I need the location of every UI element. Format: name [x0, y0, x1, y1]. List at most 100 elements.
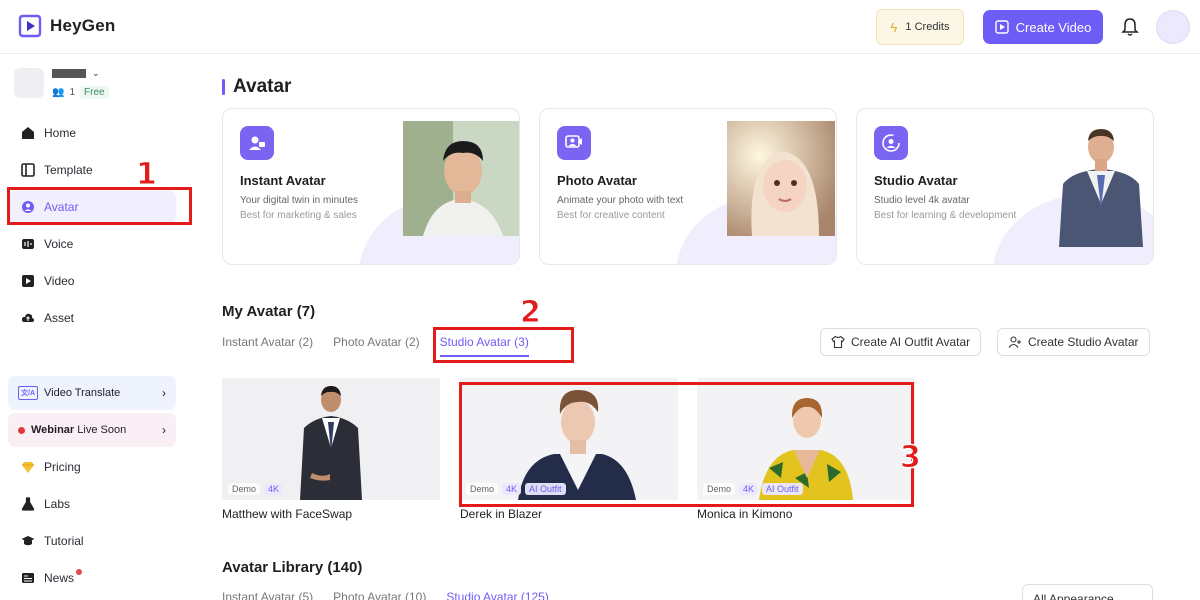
library-tabs: Instant Avatar (5) Photo Avatar (10) Stu…	[222, 590, 549, 600]
sidebar-item-label: Video	[44, 274, 75, 288]
sidebar-item-label: News	[44, 571, 75, 585]
select-value: All Appearance	[1033, 592, 1114, 600]
video-icon	[22, 275, 34, 287]
tab-photo-avatar[interactable]: Photo Avatar (2)	[333, 335, 420, 357]
diamond-icon	[22, 462, 34, 473]
instant-avatar-photo	[403, 121, 519, 236]
chevron-right-icon: ›	[162, 386, 166, 400]
sidebar-item-pricing[interactable]: Pricing	[8, 451, 176, 483]
avatar-library-title: Avatar Library (140)	[222, 559, 363, 576]
sidebar-item-label: Voice	[44, 237, 74, 251]
avatar-name[interactable]: Derek in Blazer	[460, 507, 542, 521]
studio-avatar-photo	[1059, 129, 1143, 247]
demo-badge: Demo	[228, 483, 261, 495]
button-label: Create Studio Avatar	[1028, 335, 1139, 349]
photo-avatar-icon	[557, 126, 591, 160]
button-label: Create AI Outfit Avatar	[851, 335, 971, 349]
page-title-text: Avatar	[233, 76, 292, 97]
workspace-switcher[interactable]: ⌄ 👥 1 Free	[14, 68, 109, 99]
bell-icon[interactable]	[1120, 16, 1140, 38]
sidebar-item-label: Labs	[44, 497, 71, 511]
sidebar-item-labs[interactable]: Labs	[8, 488, 176, 520]
plan-badge: Free	[80, 86, 109, 99]
library-tab-instant-avatar[interactable]: Instant Avatar (5)	[222, 590, 313, 600]
annotation-box-3	[459, 382, 914, 507]
promo-bold: Webinar	[31, 424, 75, 436]
add-user-icon	[1008, 336, 1021, 348]
my-avatar-title: My Avatar (7)	[222, 303, 316, 320]
logo[interactable]: HeyGen	[18, 13, 115, 39]
notification-dot	[76, 569, 82, 575]
workspace-name-redacted	[52, 69, 86, 78]
graduation-hat-icon	[21, 536, 35, 546]
heygen-logo-icon	[18, 14, 42, 38]
annotation-number-2: 2	[520, 295, 542, 331]
appearance-filter-select[interactable]: All Appearance	[1022, 584, 1153, 600]
sidebar-item-video[interactable]: Video	[8, 265, 176, 297]
card-subdescription: Best for marketing & sales	[240, 210, 357, 221]
annotation-box-2	[433, 327, 574, 363]
sidebar-item-label: Pricing	[44, 460, 81, 474]
sidebar-item-home[interactable]: Home	[8, 117, 176, 149]
credits-button[interactable]: ϟ 1 Credits	[876, 9, 964, 45]
user-avatar[interactable]	[1156, 10, 1190, 44]
webinar-promo[interactable]: Webinar Live Soon ›	[8, 413, 176, 447]
annotation-number-3: 3	[900, 440, 922, 476]
sidebar-item-tutorial[interactable]: Tutorial	[8, 525, 176, 557]
flask-icon	[21, 497, 35, 511]
library-tab-photo-avatar[interactable]: Photo Avatar (10)	[333, 590, 426, 600]
instant-avatar-card[interactable]: Instant Avatar Your digital twin in minu…	[222, 108, 520, 265]
card-subdescription: Best for creative content	[557, 210, 665, 221]
create-video-button[interactable]: Create Video	[983, 10, 1103, 44]
card-title: Instant Avatar	[240, 173, 326, 188]
create-studio-avatar-button[interactable]: Create Studio Avatar	[997, 328, 1150, 356]
annotation-box-1	[7, 187, 192, 225]
card-title: Studio Avatar	[874, 173, 958, 188]
sidebar-item-label: Tutorial	[44, 534, 84, 548]
video-translate-promo[interactable]: 文/A Video Translate ›	[8, 376, 176, 410]
studio-avatar-card[interactable]: Studio Avatar Studio level 4k avatar Bes…	[856, 108, 1154, 265]
sidebar-item-label: Template	[44, 163, 93, 177]
create-ai-outfit-avatar-button[interactable]: Create AI Outfit Avatar	[820, 328, 982, 356]
4k-badge: 4K	[264, 483, 284, 495]
chevron-down-icon: ⌄	[92, 68, 100, 78]
card-description: Animate your photo with text	[557, 195, 684, 206]
avatar-name[interactable]: Monica in Kimono	[697, 507, 792, 521]
sidebar: ⌄ 👥 1 Free Home Template Avatar Voice Vi…	[0, 54, 192, 600]
top-bar: HeyGen ϟ 1 Credits Create Video	[0, 0, 1200, 54]
sidebar-item-label: Home	[44, 126, 77, 140]
home-icon	[22, 127, 34, 139]
studio-avatar-icon	[874, 126, 908, 160]
title-accent	[222, 79, 225, 95]
video-play-icon	[994, 20, 1009, 34]
photo-avatar-photo	[727, 121, 835, 236]
avatar-card-matthew[interactable]: Demo 4K	[222, 378, 440, 500]
sidebar-item-asset[interactable]: Asset	[8, 302, 176, 334]
photo-avatar-card[interactable]: Photo Avatar Animate your photo with tex…	[539, 108, 837, 265]
translate-icon: 文/A	[18, 386, 38, 400]
avatar-thumbnail	[222, 378, 440, 500]
sidebar-item-news[interactable]: News	[8, 562, 176, 594]
news-icon	[22, 573, 34, 583]
sidebar-item-voice[interactable]: Voice	[8, 228, 176, 260]
sidebar-item-label: Asset	[44, 311, 75, 325]
workspace-image	[14, 68, 44, 98]
credits-label: 1 Credits	[905, 21, 950, 33]
app-name: HeyGen	[50, 16, 116, 35]
avatar-badges: Demo 4K	[228, 483, 284, 495]
avatar-name[interactable]: Matthew with FaceSwap	[222, 507, 352, 521]
voice-icon	[22, 239, 34, 249]
instant-avatar-icon	[240, 126, 274, 160]
library-tab-studio-avatar[interactable]: Studio Avatar (125)	[446, 590, 549, 600]
annotation-number-1: 1	[136, 157, 158, 193]
template-icon	[21, 163, 35, 177]
shirt-icon	[831, 335, 845, 349]
promo-label: Live Soon	[77, 424, 127, 436]
member-count: 1	[69, 87, 76, 98]
chevron-right-icon: ›	[162, 423, 166, 437]
lightning-icon: ϟ	[890, 19, 898, 35]
card-title: Photo Avatar	[557, 173, 637, 188]
card-description: Studio level 4k avatar	[874, 195, 970, 206]
tab-instant-avatar[interactable]: Instant Avatar (2)	[222, 335, 313, 357]
card-subdescription: Best for learning & development	[874, 210, 1017, 221]
